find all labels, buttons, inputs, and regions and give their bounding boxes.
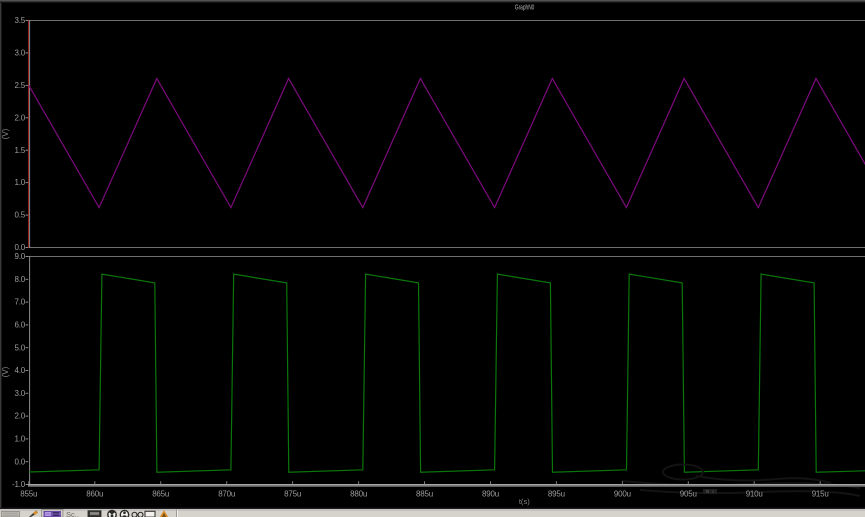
- svg-text:6.0: 6.0: [14, 321, 25, 330]
- svg-text:1.0: 1.0: [14, 435, 25, 444]
- svg-text:885u: 885u: [416, 490, 433, 499]
- svg-text:1.5: 1.5: [14, 146, 25, 155]
- svg-text:0.5: 0.5: [14, 211, 25, 220]
- svg-text:865u: 865u: [152, 490, 169, 499]
- svg-text:3.0: 3.0: [14, 389, 25, 398]
- svg-text:4.0: 4.0: [14, 366, 25, 375]
- svg-text:890u: 890u: [482, 490, 499, 499]
- svg-text:3.5: 3.5: [14, 16, 25, 25]
- svg-text:2.0: 2.0: [14, 113, 25, 122]
- svg-text:895u: 895u: [548, 490, 565, 499]
- svg-text:-1.0: -1.0: [12, 480, 26, 489]
- svg-text:855u: 855u: [20, 490, 37, 499]
- svg-text:7.0: 7.0: [14, 298, 25, 307]
- svg-text:905u: 905u: [680, 490, 697, 499]
- svg-text:0.0: 0.0: [14, 243, 25, 252]
- svg-text:GraphN0: GraphN0: [515, 3, 535, 12]
- svg-text:915u: 915u: [812, 490, 829, 499]
- svg-text:(V): (V): [1, 128, 10, 139]
- svg-text:2.5: 2.5: [14, 81, 25, 90]
- svg-text:910u: 910u: [746, 490, 763, 499]
- svg-text:870u: 870u: [218, 490, 235, 499]
- svg-text:2.0: 2.0: [14, 412, 25, 421]
- svg-text:9.0: 9.0: [14, 252, 25, 261]
- svg-text:5.0: 5.0: [14, 343, 25, 352]
- svg-text:Sc..: Sc..: [66, 510, 79, 517]
- svg-text:880u: 880u: [350, 490, 367, 499]
- svg-text:875u: 875u: [284, 490, 301, 499]
- svg-text:8.0: 8.0: [14, 275, 25, 284]
- svg-text:(V): (V): [1, 366, 10, 377]
- svg-text:900u: 900u: [614, 490, 631, 499]
- svg-text:860u: 860u: [86, 490, 103, 499]
- svg-text:1.0: 1.0: [14, 178, 25, 187]
- svg-text:3.0: 3.0: [14, 49, 25, 58]
- svg-text:0.0: 0.0: [14, 457, 25, 466]
- svg-text:t(s): t(s): [519, 497, 530, 506]
